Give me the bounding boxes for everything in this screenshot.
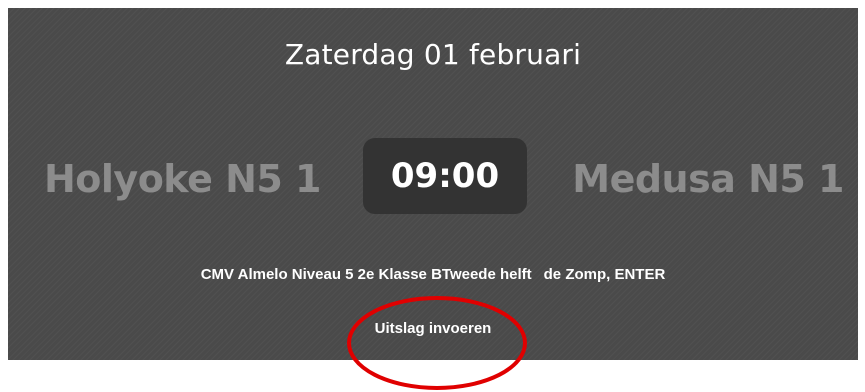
stage: Zaterdag 01 februari Holyoke N5 1 09:00 …: [0, 0, 865, 392]
match-info-line: CMV Almelo Niveau 5 2e Klasse BTweede he…: [8, 266, 858, 283]
match-time: 09:00: [363, 138, 527, 214]
away-team-name: Medusa N5 1: [572, 157, 844, 201]
match-date: Zaterdag 01 februari: [284, 38, 582, 71]
venue-label: de Zomp, ENTER: [543, 266, 666, 283]
home-team-name: Holyoke N5 1: [44, 157, 321, 201]
enter-result-link[interactable]: Uitslag invoeren: [8, 320, 858, 337]
match-card: Zaterdag 01 februari Holyoke N5 1 09:00 …: [8, 8, 858, 360]
competition-label: CMV Almelo Niveau 5 2e Klasse BTweede he…: [200, 266, 532, 283]
